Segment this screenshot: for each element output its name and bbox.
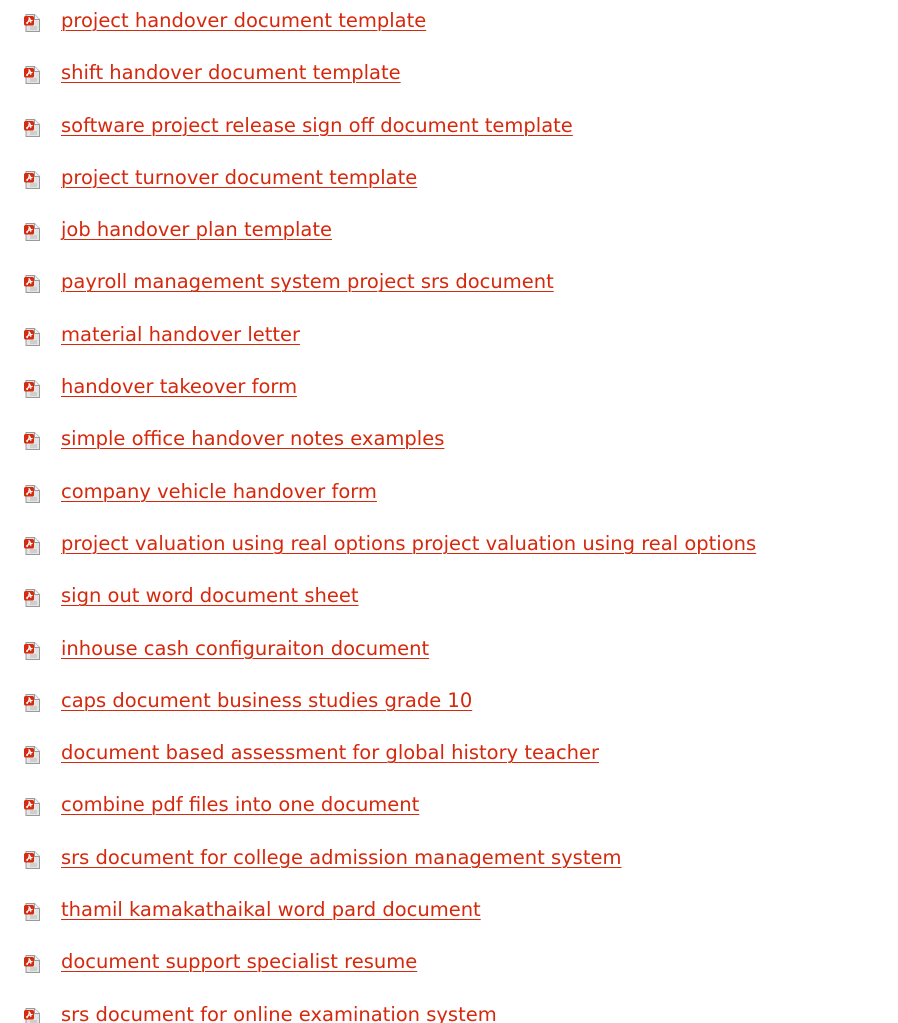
document-link[interactable]: payroll management system project srs do… bbox=[61, 270, 554, 294]
pdf-file-icon bbox=[24, 589, 40, 608]
results-page: project handover document template shift… bbox=[0, 0, 898, 1023]
document-link[interactable]: project turnover document template bbox=[61, 166, 417, 190]
pdf-file-icon bbox=[24, 118, 40, 137]
pdf-file-icon bbox=[24, 641, 40, 660]
document-link[interactable]: thamil kamakathaikal word pard document bbox=[61, 898, 481, 922]
document-link[interactable]: document based assessment for global his… bbox=[61, 741, 599, 765]
pdf-file-icon bbox=[24, 903, 40, 922]
document-link[interactable]: project valuation using real options pro… bbox=[61, 532, 756, 556]
pdf-file-icon bbox=[24, 275, 40, 294]
pdf-file-icon bbox=[24, 14, 40, 32]
pdf-file-icon bbox=[24, 746, 40, 765]
pdf-file-icon bbox=[24, 693, 40, 712]
document-link[interactable]: caps document business studies grade 10 bbox=[61, 689, 472, 713]
pdf-file-icon bbox=[24, 66, 40, 85]
document-link[interactable]: inhouse cash configuraiton document bbox=[61, 637, 429, 661]
document-link[interactable]: combine pdf files into one document bbox=[61, 793, 419, 817]
pdf-file-icon bbox=[24, 327, 40, 346]
pdf-file-icon bbox=[24, 484, 40, 503]
pdf-file-icon bbox=[24, 955, 40, 974]
document-link[interactable]: project handover document template bbox=[61, 9, 426, 33]
pdf-file-icon bbox=[24, 536, 40, 555]
document-link[interactable]: job handover plan template bbox=[61, 218, 332, 242]
document-link[interactable]: sign out word document sheet bbox=[61, 584, 359, 608]
pdf-file-icon bbox=[24, 223, 40, 242]
document-link[interactable]: material handover letter bbox=[61, 323, 300, 347]
document-link[interactable]: handover takeover form bbox=[61, 375, 297, 399]
pdf-file-icon bbox=[24, 170, 40, 189]
pdf-file-icon bbox=[24, 798, 40, 817]
pdf-file-icon bbox=[24, 850, 40, 869]
document-link[interactable]: shift handover document template bbox=[61, 61, 401, 85]
document-link[interactable]: company vehicle handover form bbox=[61, 480, 377, 504]
document-link[interactable]: software project release sign off docume… bbox=[61, 114, 573, 138]
document-link[interactable]: document support specialist resume bbox=[61, 950, 417, 974]
pdf-file-icon bbox=[24, 380, 40, 399]
pdf-file-icon bbox=[24, 432, 40, 451]
document-link[interactable]: simple office handover notes examples bbox=[61, 427, 444, 451]
pdf-file-icon bbox=[24, 1007, 40, 1023]
document-link[interactable]: srs document for online examination syst… bbox=[61, 1003, 497, 1023]
document-link[interactable]: srs document for college admission manag… bbox=[61, 846, 621, 870]
